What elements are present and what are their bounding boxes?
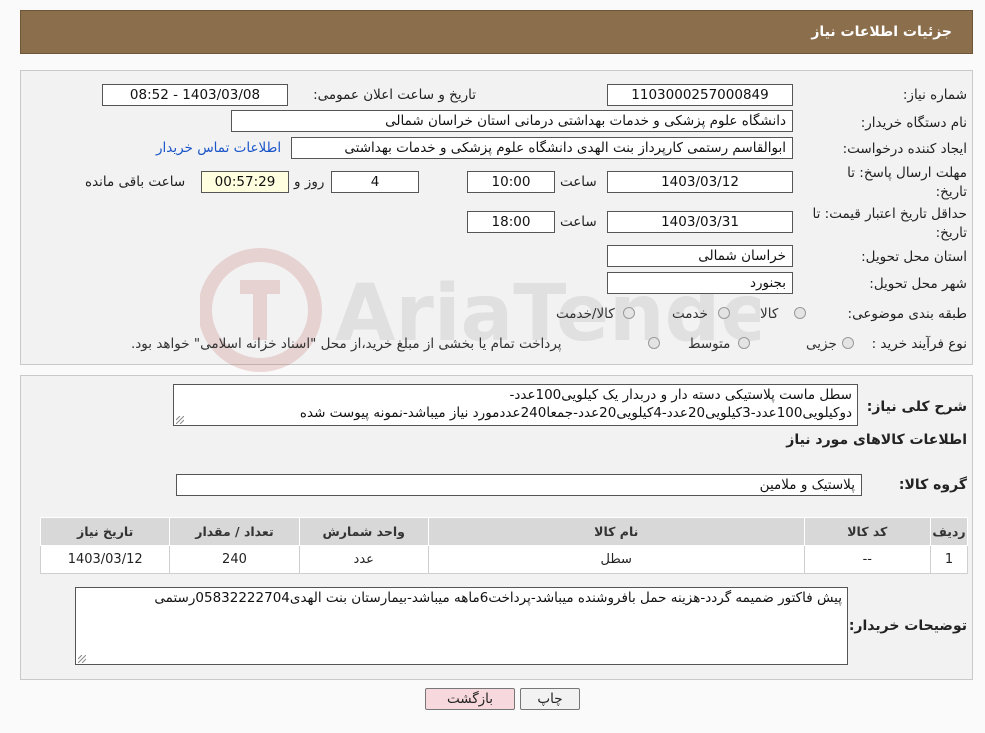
days-field: 4 bbox=[331, 171, 419, 193]
deadline-time-field: 10:00 bbox=[467, 171, 555, 193]
validity-time-label: ساعت bbox=[560, 214, 597, 230]
cell-name: سطل bbox=[427, 545, 805, 574]
goods-table-header-row: ردیف کد کالا نام کالا واحد شمارش تعداد /… bbox=[39, 517, 969, 546]
process-radio-minor[interactable] bbox=[842, 337, 854, 349]
cell-need-date: 1403/03/12 bbox=[39, 545, 171, 574]
category-option-goods: کالا bbox=[760, 306, 779, 322]
province-field: خراسان شمالی bbox=[607, 245, 793, 267]
deadline-date-field: 1403/03/12 bbox=[607, 171, 793, 193]
city-field: بجنورد bbox=[607, 272, 793, 294]
creator-label: ایجاد کننده درخواست: bbox=[842, 141, 967, 157]
page-header: جزئیات اطلاعات نیاز bbox=[20, 10, 973, 54]
summary-textarea[interactable]: سطل ماست پلاستیکی دسته دار و دربدار یک ک… bbox=[173, 384, 858, 426]
announce-label: تاریخ و ساعت اعلان عمومی: bbox=[313, 87, 476, 103]
page-title: جزئیات اطلاعات نیاز bbox=[811, 24, 952, 40]
category-option-goods-service: کالا/خدمت bbox=[556, 306, 615, 322]
summary-line-2: دوکیلویی100عدد-3کیلویی20عدد-4کیلویی20عدد… bbox=[299, 405, 852, 421]
table-row: 1 -- سطل عدد 240 1403/03/12 bbox=[39, 545, 969, 574]
cell-unit: عدد bbox=[298, 545, 429, 574]
col-header-unit: واحد شمارش bbox=[298, 517, 429, 546]
resize-grip-icon[interactable] bbox=[176, 416, 184, 424]
category-label: طبقه بندی موضوعی: bbox=[847, 306, 967, 322]
province-label: استان محل تحویل: bbox=[861, 249, 967, 265]
buyer-org-label: نام دستگاه خریدار: bbox=[860, 115, 967, 131]
validity-date-field: 1403/03/31 bbox=[607, 211, 793, 233]
days-label: روز و bbox=[294, 174, 325, 190]
validity-label: حداقل تاریخ اعتبار قیمت: تا bbox=[812, 206, 967, 222]
process-radio-medium[interactable] bbox=[738, 337, 750, 349]
goods-group-label: گروه کالا: bbox=[898, 477, 967, 493]
cell-row-num: 1 bbox=[929, 545, 969, 574]
col-header-code: کد کالا bbox=[803, 517, 931, 546]
process-label: نوع فرآیند خرید : bbox=[871, 336, 967, 352]
goods-table: ردیف کد کالا نام کالا واحد شمارش تعداد /… bbox=[39, 517, 969, 574]
need-number-label: شماره نیاز: bbox=[902, 87, 967, 103]
buyer-notes-textarea[interactable]: پیش فاکتور ضمیمه گردد-هزینه حمل بافروشند… bbox=[75, 587, 848, 665]
remaining-time-field: 00:57:29 bbox=[201, 171, 289, 193]
category-option-service: خدمت bbox=[672, 306, 708, 322]
city-label: شهر محل تحویل: bbox=[869, 276, 967, 292]
deadline-label-date: تاریخ: bbox=[935, 184, 967, 200]
process-option-medium: متوسط bbox=[688, 336, 731, 352]
payment-treasury-checkbox[interactable] bbox=[648, 337, 660, 349]
col-header-row-num: ردیف bbox=[929, 517, 969, 546]
resize-grip-icon[interactable] bbox=[78, 655, 86, 663]
validity-label-date: تاریخ: bbox=[935, 225, 967, 241]
back-button[interactable]: بازگشت bbox=[425, 688, 515, 710]
buyer-notes-text: پیش فاکتور ضمیمه گردد-هزینه حمل بافروشند… bbox=[154, 590, 842, 606]
cell-code: -- bbox=[803, 545, 931, 574]
buyer-notes-label: توضیحات خریدار: bbox=[848, 618, 967, 634]
validity-time-field: 18:00 bbox=[467, 211, 555, 233]
goods-info-title: اطلاعات کالاهای مورد نیاز bbox=[786, 432, 967, 448]
announce-datetime-field: 1403/03/08 - 08:52 bbox=[102, 84, 288, 106]
need-number-field: 1103000257000849 bbox=[607, 84, 793, 106]
goods-group-field: پلاستیک و ملامین bbox=[176, 474, 862, 496]
remaining-label: ساعت باقی مانده bbox=[85, 174, 186, 190]
category-radio-service[interactable] bbox=[718, 307, 730, 319]
col-header-quantity: تعداد / مقدار bbox=[169, 517, 300, 546]
payment-note: پرداخت تمام یا بخشی از مبلغ خرید،از محل … bbox=[131, 336, 562, 352]
cell-quantity: 240 bbox=[169, 545, 300, 574]
deadline-time-label: ساعت bbox=[560, 174, 597, 190]
category-radio-goods[interactable] bbox=[794, 307, 806, 319]
col-header-need-date: تاریخ نیاز bbox=[39, 517, 171, 546]
creator-field: ابوالقاسم رستمی کارپرداز بنت الهدی دانشگ… bbox=[291, 137, 793, 159]
print-button[interactable]: چاپ bbox=[520, 688, 580, 710]
buyer-org-field: دانشگاه علوم پزشکی و خدمات بهداشتی درمان… bbox=[231, 110, 793, 132]
deadline-label: مهلت ارسال پاسخ: تا bbox=[847, 165, 967, 181]
category-radio-goods-service[interactable] bbox=[623, 307, 635, 319]
summary-label: شرح کلی نیاز: bbox=[866, 399, 967, 415]
process-option-minor: جزیی bbox=[806, 336, 837, 352]
summary-line-1: سطل ماست پلاستیکی دسته دار و دربدار یک ک… bbox=[509, 387, 852, 403]
buyer-contact-link[interactable]: اطلاعات تماس خریدار bbox=[156, 140, 281, 156]
col-header-name: نام کالا bbox=[427, 517, 805, 546]
